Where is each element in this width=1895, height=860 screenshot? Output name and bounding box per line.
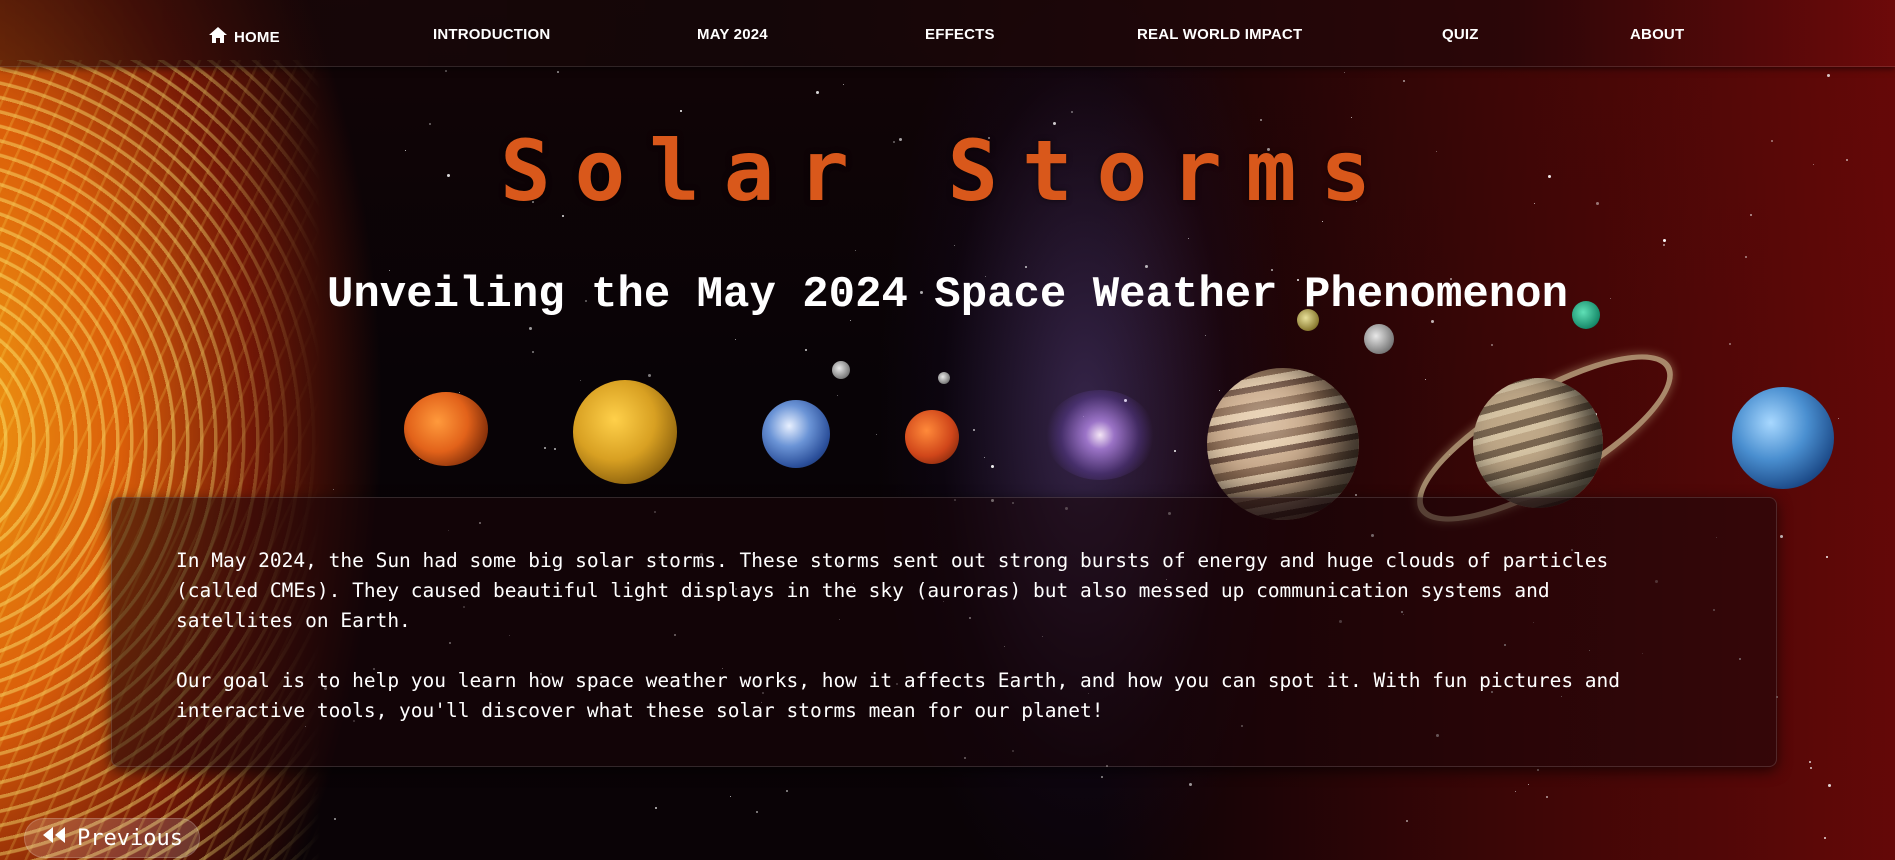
- nav-item-label: REAL WORLD IMPACT: [1137, 26, 1303, 43]
- nav-item-label: ABOUT: [1630, 26, 1685, 43]
- page-subtitle: Unveiling the May 2024 Space Weather Phe…: [326, 270, 1568, 320]
- nav-item-home[interactable]: HOME: [208, 26, 280, 48]
- nav-item-about[interactable]: ABOUT: [1630, 26, 1684, 43]
- nav-item-label: EFFECTS: [925, 26, 995, 43]
- intro-paragraph: In May 2024, the Sun had some big solar …: [176, 549, 1609, 632]
- moon: [832, 361, 850, 379]
- moon: [938, 372, 950, 384]
- previous-button[interactable]: Previous: [24, 818, 200, 858]
- nav-item-label: INTRODUCTION: [433, 26, 551, 43]
- nav-item-effects[interactable]: EFFECTS: [925, 26, 995, 43]
- nav-item-label: QUIZ: [1442, 26, 1479, 43]
- previous-label: Previous: [77, 825, 183, 851]
- moon: [1364, 324, 1394, 354]
- planet-venus: [573, 380, 677, 484]
- nav-item-label: MAY 2024: [697, 26, 768, 43]
- nav-item-may-2024[interactable]: MAY 2024: [697, 26, 768, 43]
- nav-item-quiz[interactable]: QUIZ: [1442, 26, 1479, 43]
- asteroid-nebula: [1045, 390, 1155, 480]
- nav-item-label: HOME: [234, 28, 280, 46]
- top-navbar: HOME INTRODUCTION MAY 2024 EFFECTS REAL …: [0, 0, 1895, 67]
- intro-panel: In May 2024, the Sun had some big solar …: [111, 497, 1777, 767]
- intro-paragraph: Our goal is to help you learn how space …: [176, 669, 1621, 722]
- planet-mercury: [404, 392, 488, 466]
- page-title: Solar Storms: [500, 122, 1395, 220]
- planet-mars: [905, 410, 959, 464]
- planet-neptune: [1732, 387, 1834, 489]
- nav-item-introduction[interactable]: INTRODUCTION: [433, 26, 550, 43]
- home-icon: [208, 26, 228, 48]
- double-chevron-left-icon: [41, 825, 67, 851]
- nav-item-real-world-impact[interactable]: REAL WORLD IMPACT: [1137, 26, 1302, 43]
- planet-earth: [762, 400, 830, 468]
- planet-saturn: [1473, 378, 1603, 508]
